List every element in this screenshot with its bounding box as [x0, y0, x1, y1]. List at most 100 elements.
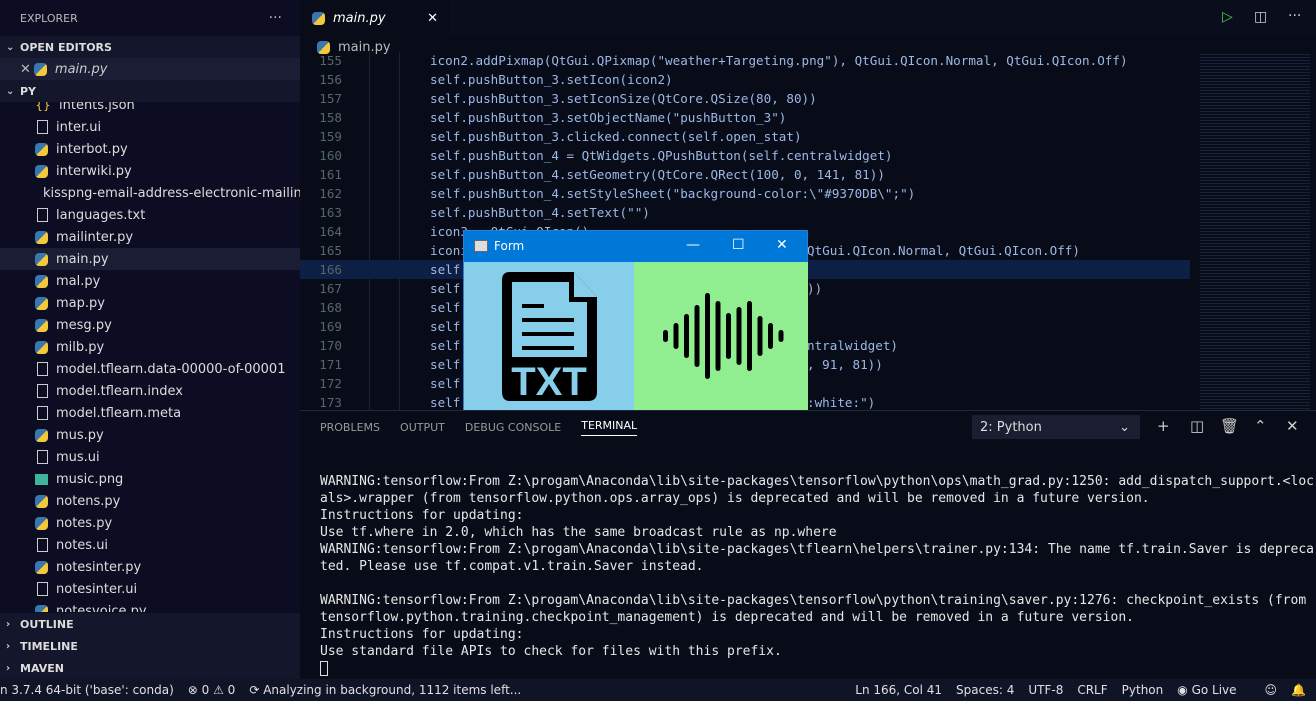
close-button[interactable]: ✕ [776, 237, 788, 253]
code-text: self [430, 376, 461, 391]
new-terminal-icon[interactable]: + [1157, 417, 1170, 435]
open-editors-section[interactable]: ⌄ OPEN EDITORS [0, 36, 300, 58]
file-item[interactable]: notes.py [0, 512, 300, 534]
indentation[interactable]: Spaces: 4 [956, 683, 1014, 697]
close-icon[interactable]: ✕ [20, 62, 31, 77]
open-editor-main-py[interactable]: ✕ main.py [0, 58, 300, 80]
minimize-button[interactable]: — [686, 237, 700, 253]
file-item[interactable]: interbot.py [0, 138, 300, 160]
file-item[interactable]: map.py [0, 292, 300, 314]
line-number: 159 [319, 129, 342, 144]
code-text: self.pushButton_4.setGeometry(QtCore.QRe… [430, 167, 885, 182]
wave-bar [726, 313, 731, 359]
file-item[interactable]: notesinter.ui [0, 578, 300, 600]
encoding[interactable]: UTF-8 [1028, 683, 1063, 697]
file-name: mesg.py [56, 317, 112, 333]
file-item[interactable]: notesvoice.py [0, 600, 300, 612]
line-number: 172 [319, 376, 342, 391]
python-file-icon [35, 318, 48, 332]
split-editor-icon[interactable]: ◫ [1254, 9, 1267, 25]
python-file-icon [35, 230, 48, 244]
line-number: 170 [319, 338, 342, 353]
file-item[interactable]: mesg.py [0, 314, 300, 336]
file-item[interactable]: music.png [0, 468, 300, 490]
explorer-title: EXPLORER [20, 11, 78, 25]
cursor-position[interactable]: Ln 166, Col 41 [855, 683, 942, 697]
wave-bar [694, 305, 700, 367]
file-item[interactable]: languages.txt [0, 204, 300, 226]
terminal-output[interactable]: WARNING:tensorflow:From Z:\progam\Anacon… [320, 473, 1314, 677]
close-panel-icon[interactable]: ✕ [1286, 417, 1299, 435]
line-number: 158 [319, 110, 342, 125]
file-name: mus.ui [56, 449, 100, 465]
file-item[interactable]: mus.ui [0, 446, 300, 468]
close-tab-icon[interactable]: ✕ [427, 11, 438, 26]
python-file-icon [35, 428, 48, 442]
more-icon[interactable]: ··· [1288, 8, 1301, 24]
file-item[interactable]: {} intents.json [0, 102, 300, 116]
python-file-icon [35, 516, 48, 530]
go-live-button[interactable]: ◉ Go Live [1177, 683, 1250, 697]
file-name: main.py [56, 251, 109, 267]
file-item[interactable]: inter.ui [0, 116, 300, 138]
problems-count[interactable]: ⊗ 0 ⚠ 0 [188, 683, 236, 697]
tab-problems[interactable]: PROBLEMS [320, 421, 380, 434]
txt-file-icon: TXT [502, 272, 597, 404]
outline-section[interactable]: › OUTLINE [0, 613, 300, 635]
tab-debug-console[interactable]: DEBUG CONSOLE [465, 421, 561, 434]
tab-output[interactable]: OUTPUT [400, 421, 445, 434]
file-name: notesinter.py [56, 559, 142, 575]
txt-button[interactable]: TXT [464, 262, 634, 411]
timeline-section[interactable]: › TIMELINE [0, 635, 300, 657]
wave-bar [715, 301, 721, 371]
file-name: notens.py [56, 493, 121, 509]
wave-bar [778, 330, 784, 342]
status-bar: n 3.7.4 64-bit ('base': conda) ⊗ 0 ⚠ 0 ⟳… [0, 679, 1316, 701]
file-item[interactable]: notes.ui [0, 534, 300, 556]
chevron-right-icon: › [6, 618, 11, 630]
code-text-suffix: , 91, 81)) [807, 357, 883, 372]
line-number: 165 [319, 243, 342, 258]
code-line: 157 self.pushButton_3.setIconSize(QtCore.… [300, 89, 1190, 108]
form-titlebar[interactable]: Form — ☐ ✕ [464, 231, 807, 261]
file-item[interactable]: interwiki.py [0, 160, 300, 182]
folder-py-section[interactable]: ⌄ PY [0, 80, 300, 102]
trash-icon[interactable]: 🗑 [1220, 417, 1239, 435]
file-item[interactable]: model.tflearn.index [0, 380, 300, 402]
terminal-select[interactable]: 2: Python ⌄ [972, 415, 1140, 439]
line-number: 160 [319, 148, 342, 163]
minimap[interactable] [1200, 52, 1310, 410]
file-item[interactable]: model.tflearn.meta [0, 402, 300, 424]
notifications-icon[interactable]: 🔔 [1291, 683, 1306, 697]
code-line: 156 self.pushButton_3.setIcon(icon2) [300, 70, 1190, 89]
tab-main-py[interactable]: main.py ✕ [300, 0, 450, 36]
voice-button[interactable] [634, 262, 808, 411]
maximize-panel-icon[interactable]: ⌃ [1254, 417, 1267, 435]
feedback-icon[interactable]: ☺ [1265, 683, 1278, 697]
file-item[interactable]: notens.py [0, 490, 300, 512]
code-text: self.pushButton_3.setObjectName("pushBut… [430, 110, 787, 125]
file-item[interactable]: kisspng-email-address-electronic-mailin.… [0, 182, 300, 204]
language-mode[interactable]: Python [1122, 683, 1164, 697]
file-item[interactable]: model.tflearn.data-00000-of-00001 [0, 358, 300, 380]
more-actions-button[interactable]: ··· [269, 10, 282, 26]
run-icon[interactable]: ▷ [1222, 9, 1233, 25]
file-item[interactable]: mailinter.py [0, 226, 300, 248]
code-text: self.pushButton_4 = QtWidgets.QPushButto… [430, 148, 893, 163]
split-terminal-icon[interactable]: ◫ [1190, 417, 1204, 435]
file-name: notesvoice.py [56, 603, 147, 613]
maximize-button[interactable]: ☐ [732, 237, 745, 253]
file-file-icon [37, 120, 48, 134]
file-name: model.tflearn.index [56, 383, 183, 399]
file-item[interactable]: main.py [0, 248, 300, 270]
file-item[interactable]: mus.py [0, 424, 300, 446]
tab-terminal[interactable]: TERMINAL [581, 419, 638, 436]
python-interpreter[interactable]: n 3.7.4 64-bit ('base': conda) [0, 683, 174, 697]
line-ending[interactable]: CRLF [1077, 683, 1107, 697]
maven-section[interactable]: › MAVEN [0, 657, 300, 679]
wave-bar [736, 307, 742, 365]
file-item[interactable]: mal.py [0, 270, 300, 292]
wave-bar [768, 323, 773, 349]
file-item[interactable]: notesinter.py [0, 556, 300, 578]
file-item[interactable]: milb.py [0, 336, 300, 358]
